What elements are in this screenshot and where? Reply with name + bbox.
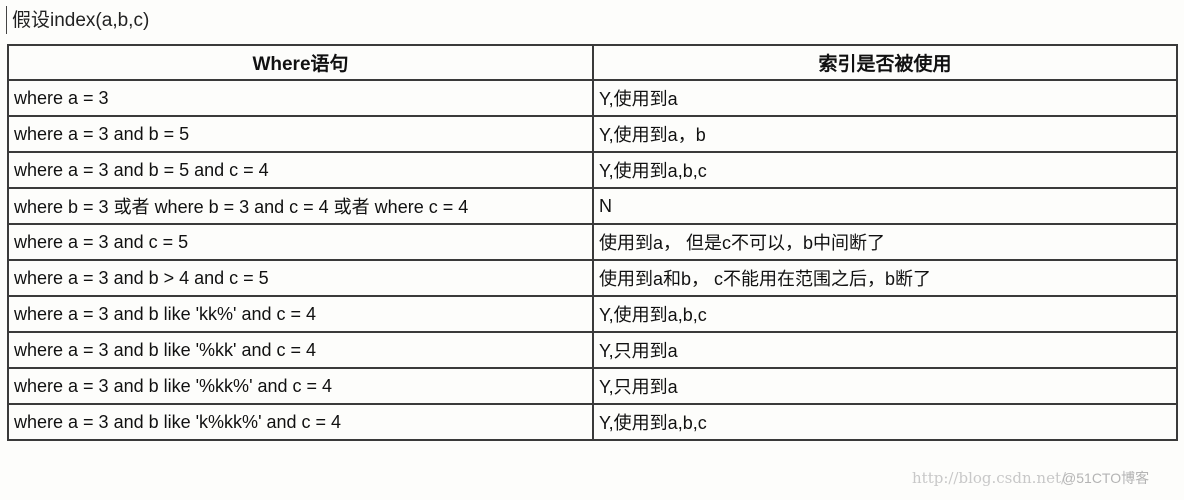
- table-row: where a = 3 and b = 5 Y,使用到a，b: [7, 115, 1178, 153]
- where-clause-cell: where a = 3: [7, 79, 594, 117]
- where-clause-cell: where a = 3 and b > 4 and c = 5: [7, 259, 594, 297]
- header-index-used: 索引是否被使用: [592, 44, 1178, 81]
- index-usage-cell: Y,使用到a: [592, 79, 1178, 117]
- table-header-row: Where语句 索引是否被使用: [7, 44, 1178, 81]
- where-clause-cell: where a = 3 and b like 'kk%' and c = 4: [7, 295, 594, 333]
- index-usage-table-container: Where语句 索引是否被使用 where a = 3 Y,使用到a where…: [7, 44, 1178, 441]
- index-usage-cell: Y,使用到a,b,c: [592, 403, 1178, 441]
- table-row: where a = 3 and c = 5 使用到a， 但是c不可以，b中间断了: [7, 223, 1178, 261]
- index-usage-cell: Y,使用到a,b,c: [592, 151, 1178, 189]
- where-clause-cell: where a = 3 and b = 5: [7, 115, 594, 153]
- where-clause-cell: where a = 3 and b like 'k%kk%' and c = 4: [7, 403, 594, 441]
- table-row: where a = 3 and b like 'kk%' and c = 4 Y…: [7, 295, 1178, 333]
- table-row: where b = 3 或者 where b = 3 and c = 4 或者 …: [7, 187, 1178, 225]
- where-clause-cell: where a = 3 and b like '%kk' and c = 4: [7, 331, 594, 369]
- caption: 假设index(a,b,c): [6, 6, 149, 34]
- index-usage-cell: Y,使用到a,b,c: [592, 295, 1178, 333]
- index-usage-cell: Y,使用到a，b: [592, 115, 1178, 153]
- table-row: where a = 3 and b > 4 and c = 5 使用到a和b， …: [7, 259, 1178, 297]
- index-usage-cell: N: [592, 187, 1178, 225]
- watermark-url: http://blog.csdn.net/: [912, 469, 1067, 487]
- table-row: where a = 3 and b = 5 and c = 4 Y,使用到a,b…: [7, 151, 1178, 189]
- where-clause-cell: where a = 3 and b like '%kk%' and c = 4: [7, 367, 594, 405]
- where-clause-cell: where b = 3 或者 where b = 3 and c = 4 或者 …: [7, 187, 594, 225]
- header-where-clause: Where语句: [7, 44, 594, 81]
- index-usage-cell: Y,只用到a: [592, 367, 1178, 405]
- index-usage-cell: 使用到a， 但是c不可以，b中间断了: [592, 223, 1178, 261]
- watermark: http://blog.csdn.net/@51CTO博客: [912, 468, 1149, 488]
- where-clause-cell: where a = 3 and c = 5: [7, 223, 594, 261]
- watermark-brand: @51CTO博客: [1062, 470, 1150, 486]
- where-clause-cell: where a = 3 and b = 5 and c = 4: [7, 151, 594, 189]
- table-row: where a = 3 and b like '%kk%' and c = 4 …: [7, 367, 1178, 405]
- index-usage-cell: Y,只用到a: [592, 331, 1178, 369]
- index-usage-table: Where语句 索引是否被使用 where a = 3 Y,使用到a where…: [7, 44, 1178, 441]
- index-usage-cell: 使用到a和b， c不能用在范围之后，b断了: [592, 259, 1178, 297]
- table-row: where a = 3 and b like 'k%kk%' and c = 4…: [7, 403, 1178, 441]
- table-row: where a = 3 Y,使用到a: [7, 79, 1178, 117]
- table-body: where a = 3 Y,使用到a where a = 3 and b = 5…: [7, 79, 1178, 441]
- table-row: where a = 3 and b like '%kk' and c = 4 Y…: [7, 331, 1178, 369]
